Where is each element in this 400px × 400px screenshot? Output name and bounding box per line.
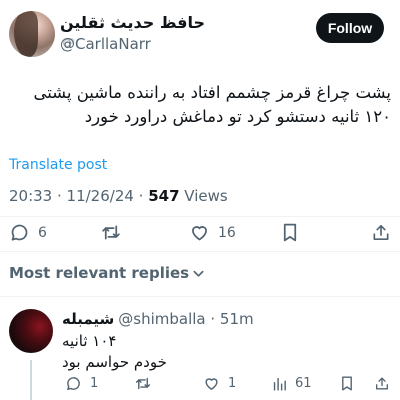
- reply-icon: [67, 377, 80, 391]
- reply-author-name[interactable]: شیمبله: [62, 310, 114, 328]
- bookmark-icon: [342, 376, 352, 391]
- reply-views-count: 61: [295, 376, 312, 391]
- reply-bookmark-button[interactable]: [340, 375, 354, 392]
- tweet-timestamp[interactable]: 20:33 · 11/26/24 ·: [9, 187, 148, 205]
- views-count: 547: [148, 187, 180, 205]
- views-label: Views: [179, 187, 228, 205]
- reply-line: خودم حواسم بود: [62, 353, 167, 371]
- follow-button[interactable]: Follow: [316, 13, 384, 43]
- reply-reply-button[interactable]: 1: [65, 375, 98, 392]
- like-button[interactable]: 16: [189, 222, 236, 243]
- repost-icon: [135, 377, 151, 390]
- reply-share-button[interactable]: [374, 375, 390, 392]
- reply-count: 6: [38, 224, 47, 241]
- author-avatar[interactable]: [9, 11, 55, 57]
- tweet-line: پشت چراغ قرمز چشمم افتاد به راننده ماشین…: [33, 83, 391, 102]
- reply-like-button[interactable]: 1: [203, 375, 236, 392]
- repost-button[interactable]: [100, 222, 122, 243]
- reply-icon: [11, 224, 28, 241]
- share-button[interactable]: [371, 222, 391, 243]
- reply-author-handle[interactable]: @shimballa · 51m: [118, 310, 253, 328]
- thread-line: [30, 360, 32, 400]
- bookmark-button[interactable]: [281, 222, 299, 243]
- reply-button[interactable]: 6: [9, 222, 47, 243]
- repost-icon: [102, 225, 120, 240]
- analytics-icon: [273, 377, 286, 391]
- like-count: 16: [218, 224, 236, 241]
- divider: [0, 296, 400, 297]
- author-display-name[interactable]: حافظ حدیث ثقلین: [60, 13, 210, 48]
- reply-views-button[interactable]: 61: [272, 375, 312, 392]
- sort-label: Most relevant replies: [9, 264, 190, 282]
- tweet-meta: 20:33 · 11/26/24 · 547 Views: [9, 187, 228, 205]
- tweet-text: پشت چراغ قرمز چشمم افتاد به راننده ماشین…: [9, 81, 391, 129]
- sort-replies-dropdown[interactable]: Most relevant replies: [9, 264, 205, 282]
- heart-icon: [192, 226, 207, 241]
- reply-repost-button[interactable]: [134, 375, 152, 392]
- reply-header: شیمبله @shimballa · 51m: [62, 310, 254, 328]
- translate-post-link[interactable]: Translate post: [9, 157, 107, 173]
- divider: [0, 216, 400, 217]
- reply-author-avatar[interactable]: [9, 309, 53, 353]
- share-icon: [376, 377, 388, 390]
- reply-line: ۱۰۴ ثانیه: [62, 332, 117, 350]
- share-icon: [373, 225, 389, 240]
- reply-like-count: 1: [228, 376, 237, 391]
- heart-icon: [205, 378, 218, 390]
- tweet-line: ۱۲۰ ثانیه دستشو کرد تو دماغش دراورد خورد: [84, 107, 391, 126]
- divider: [0, 251, 400, 252]
- reply-text: ۱۰۴ ثانیه خودم حواسم بود: [62, 331, 392, 373]
- reply-reply-count: 1: [90, 376, 99, 391]
- chevron-down-icon: [193, 270, 204, 277]
- bookmark-icon: [283, 223, 297, 242]
- display-name-text: حافظ حدیث ثقلین: [60, 13, 205, 32]
- author-handle[interactable]: @CarllaNarr: [60, 35, 151, 53]
